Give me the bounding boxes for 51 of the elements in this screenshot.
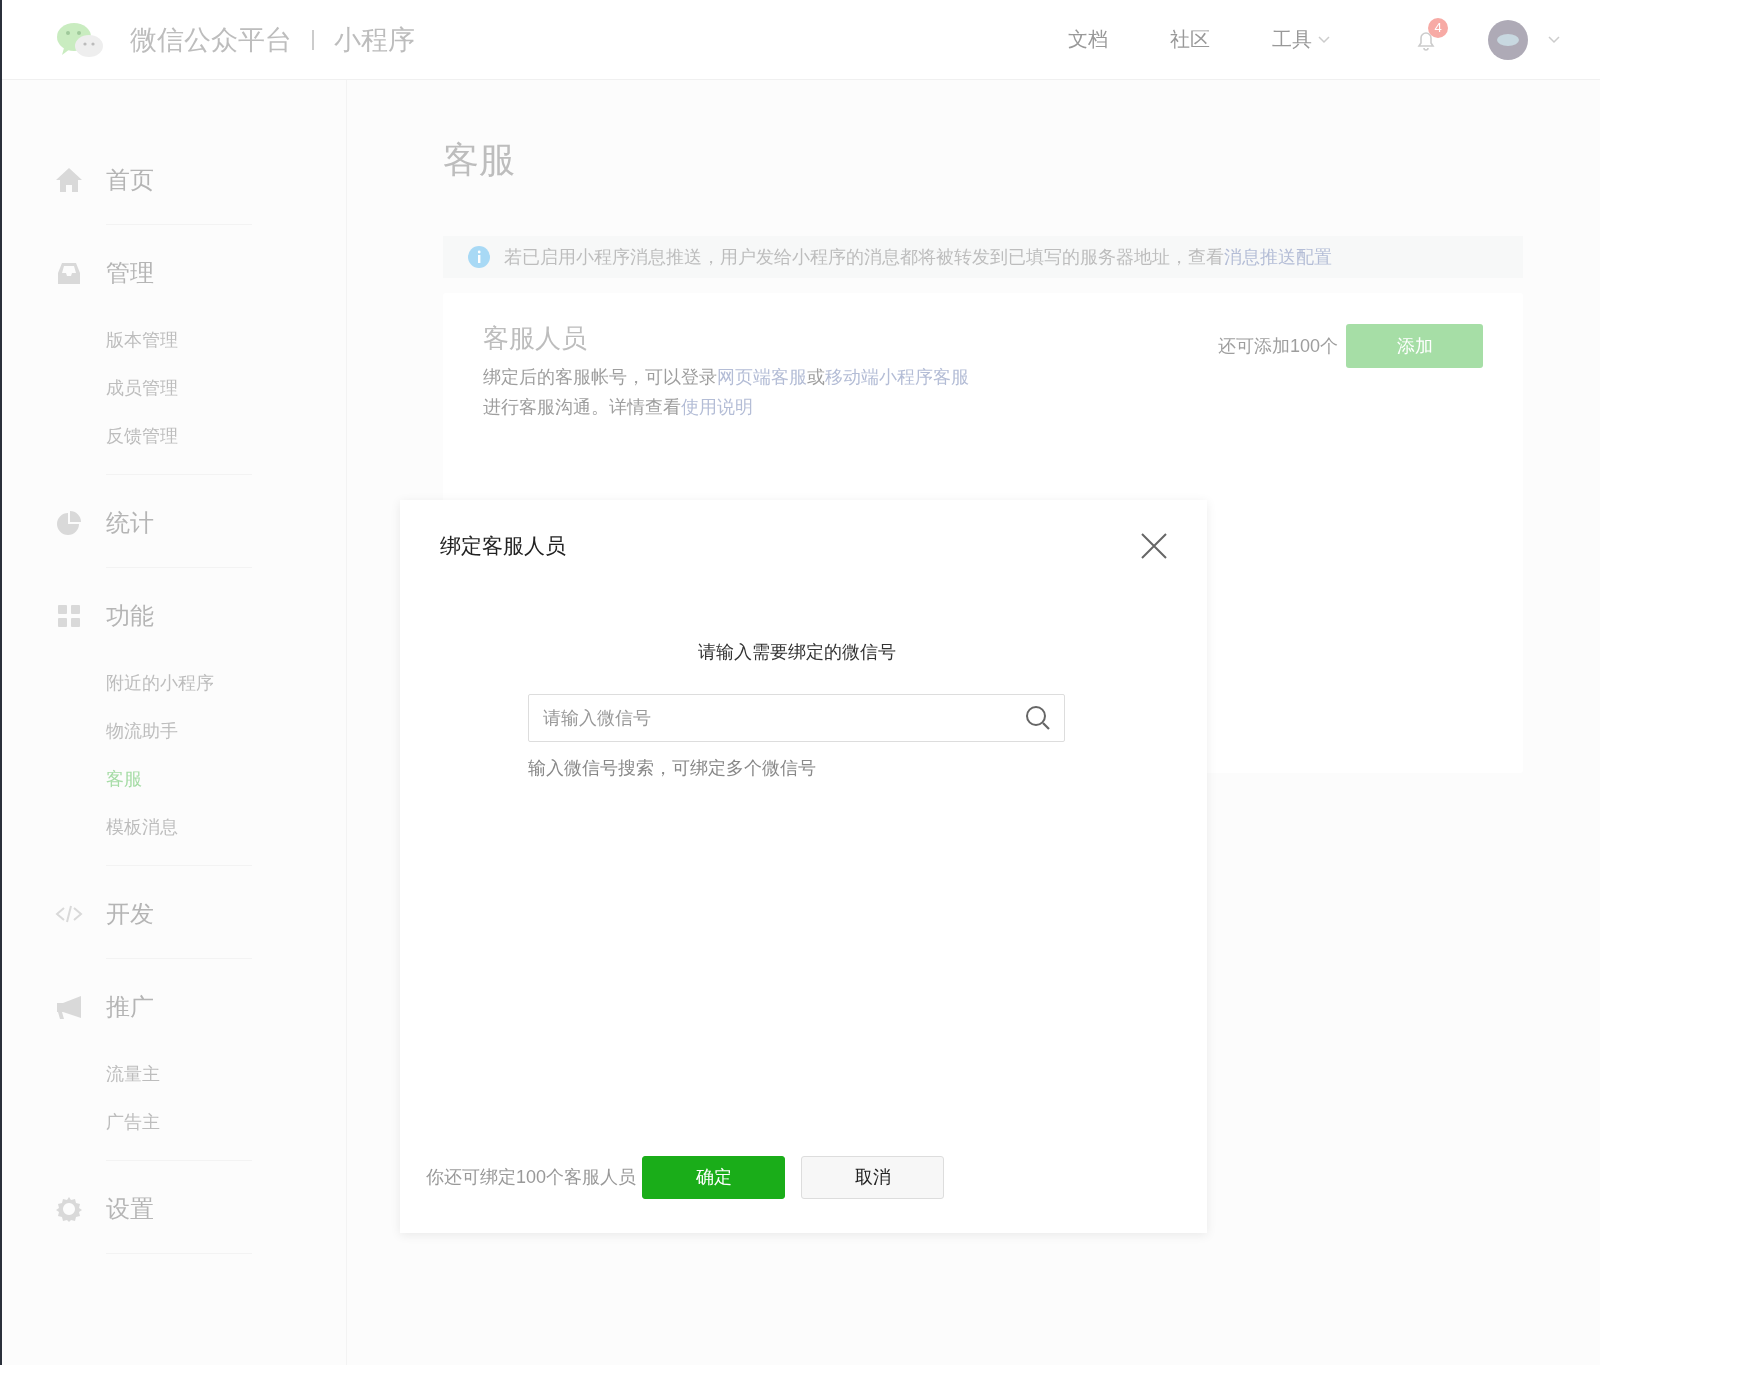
close-icon[interactable] xyxy=(1141,533,1167,559)
search-icon[interactable] xyxy=(1025,705,1051,731)
dialog-prompt: 请输入需要绑定的微信号 xyxy=(697,641,896,664)
pie-chart-icon xyxy=(55,509,83,537)
sidebar-item[interactable]: 反馈管理 xyxy=(106,412,346,460)
sidebar-group[interactable]: 首页 xyxy=(106,164,154,196)
chat-bubbles-logo-icon xyxy=(56,21,104,58)
sidebar-group[interactable]: 设置 xyxy=(106,1193,154,1225)
chevron-down-icon[interactable] xyxy=(1548,35,1560,44)
brand-title: 微信公众平台 xyxy=(130,23,292,57)
sidebar-item[interactable]: 广告主 xyxy=(106,1098,346,1146)
quota-text: 还可添加100个 xyxy=(1217,335,1338,358)
sidebar-group[interactable]: 功能 xyxy=(106,600,154,632)
sidebar-item[interactable]: 物流助手 xyxy=(106,707,346,755)
help-link[interactable]: 移动端小程序客服 xyxy=(825,367,969,387)
nav-link[interactable]: 社区 xyxy=(1170,26,1210,53)
remaining-quota: 你还可绑定100个客服人员 xyxy=(426,1166,637,1189)
card-title: 客服人员 xyxy=(483,322,588,355)
sidebar-item[interactable]: 模板消息 xyxy=(106,803,346,851)
grid-icon xyxy=(55,602,83,630)
nav-link[interactable]: 工具 xyxy=(1272,26,1330,53)
notification-badge: 4 xyxy=(1428,17,1448,38)
megaphone-icon xyxy=(55,993,83,1021)
avatar[interactable] xyxy=(1488,19,1528,60)
product-name: 小程序 xyxy=(333,23,415,57)
notice-link[interactable]: 消息推送配置 xyxy=(1224,247,1332,267)
search-hint: 输入微信号搜索，可绑定多个微信号 xyxy=(528,757,817,780)
sidebar-item[interactable]: 客服 xyxy=(106,755,346,803)
help-link[interactable]: 网页端客服 xyxy=(717,367,807,387)
search-field[interactable]: 请输入微信号 xyxy=(528,694,1065,742)
sidebar-item[interactable]: 版本管理 xyxy=(106,316,346,364)
info-icon xyxy=(468,246,490,268)
sidebar-group[interactable]: 开发 xyxy=(106,898,154,930)
sidebar-group[interactable]: 推广 xyxy=(106,991,154,1023)
sidebar-group[interactable]: 统计 xyxy=(106,507,154,539)
page-title: 客服 xyxy=(443,138,516,182)
card-description: 绑定后的客服帐号，可以登录网页端客服或移动端小程序客服 进行客服沟通。详情查看使用说明 xyxy=(483,366,969,419)
settings-icon xyxy=(55,1195,83,1223)
chevron-down-icon xyxy=(1318,35,1330,44)
sidebar-item[interactable]: 成员管理 xyxy=(106,364,346,412)
sidebar-item[interactable]: 附近的小程序 xyxy=(106,659,346,707)
nav-link[interactable]: 文档 xyxy=(1068,26,1108,53)
help-link[interactable]: 使用说明 xyxy=(681,397,753,417)
cancel-button[interactable]: 取消 xyxy=(801,1155,945,1199)
dialog-title: 绑定客服人员 xyxy=(440,533,566,559)
home-icon xyxy=(55,166,83,194)
sidebar-group[interactable]: 管理 xyxy=(106,257,154,289)
notice-text: 若已启用小程序消息推送，用户发给小程序的消息都将被转发到已填写的服务器地址，查看消息推送配置 xyxy=(504,246,1332,269)
sidebar-item[interactable]: 流量主 xyxy=(106,1050,346,1098)
confirm-button[interactable]: 确定 xyxy=(642,1155,786,1199)
add-button[interactable]: 添加 xyxy=(1346,324,1483,368)
